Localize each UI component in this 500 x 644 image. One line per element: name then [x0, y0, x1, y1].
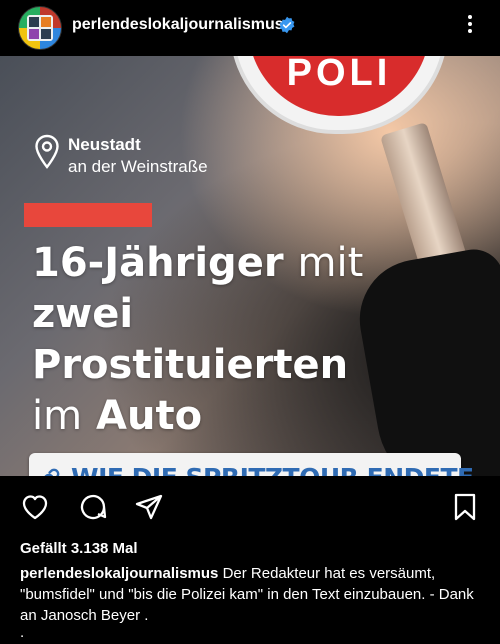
action-bar [0, 476, 500, 536]
like-count[interactable]: Gefällt 3.138 Mal [20, 540, 138, 557]
post-image[interactable]: POLI Neustadt an der Weinstraße 16-Jähri… [0, 56, 500, 476]
link-icon [44, 468, 60, 476]
location-subtitle: an der Weinstraße [68, 157, 208, 176]
location-pin-icon [35, 134, 59, 169]
link-label: WIE DIE SPRITZTOUR ENDETE [71, 463, 474, 476]
police-paddle: POLI [230, 56, 448, 134]
caption-username[interactable]: perlendeslokaljournalismus [20, 565, 218, 582]
profile-avatar[interactable] [18, 6, 62, 50]
headline-line1-light: mit [297, 240, 364, 286]
caption-trailing-dot: . [20, 624, 25, 641]
post-header: perlendeslokaljournalismus [0, 0, 500, 56]
send-icon[interactable] [134, 492, 164, 522]
headline-line4-bold: Auto [96, 393, 203, 439]
location-city: Neustadt [68, 135, 141, 154]
headline-line3: Prostituierten [32, 342, 349, 388]
article-link-sticker[interactable]: WIE DIE SPRITZTOUR ENDETE [29, 453, 474, 476]
bookmark-icon[interactable] [450, 492, 480, 522]
headline-line1-bold: 16-Jähriger [32, 240, 284, 286]
comment-icon[interactable] [78, 492, 108, 522]
post-caption: perlendeslokaljournalismus Der Redakteur… [20, 563, 482, 626]
paddle-text: POLI [248, 56, 430, 116]
headline-line2: zwei [32, 291, 134, 337]
verified-badge-icon [279, 16, 295, 34]
avatar-image [27, 15, 53, 41]
location-label: Neustadt an der Weinstraße [68, 134, 208, 178]
post-username[interactable]: perlendeslokaljournalismus [72, 16, 284, 34]
more-options-icon[interactable] [458, 12, 482, 40]
accent-bar [24, 203, 152, 227]
post-headline: 16-Jähriger mit zwei Prostituierten im A… [32, 238, 412, 442]
headline-line4-light: im [32, 393, 83, 439]
heart-icon[interactable] [20, 492, 50, 522]
